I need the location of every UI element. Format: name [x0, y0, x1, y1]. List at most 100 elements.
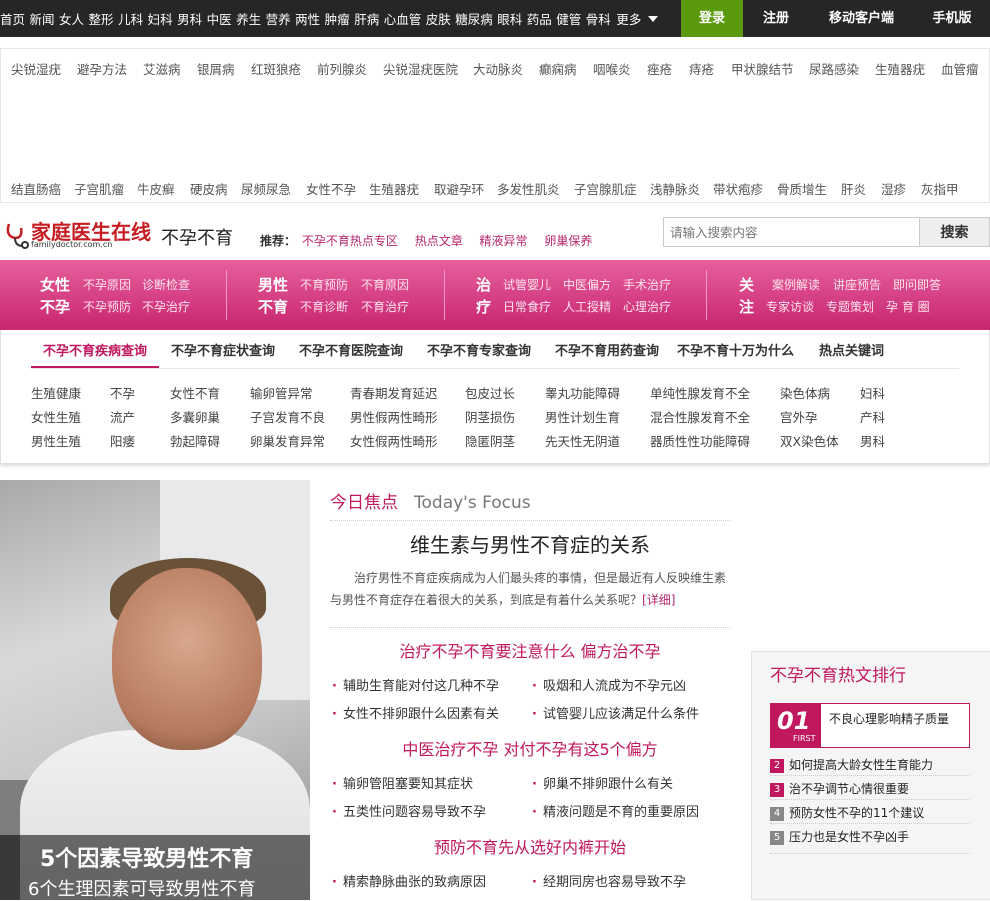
disease-tag[interactable]: 灰指甲 — [921, 179, 959, 198]
nav-link[interactable]: 不育预防 — [300, 276, 348, 293]
nav-link[interactable]: 不育原因 — [361, 276, 409, 293]
disease-tag[interactable]: 浅静脉炎 — [650, 179, 700, 198]
nav-link[interactable]: 人工授精 — [563, 298, 611, 315]
disease-tag[interactable]: 生殖器疣 — [875, 59, 925, 78]
disease-tag[interactable]: 咽喉炎 — [593, 59, 631, 78]
disease-tag[interactable]: 血管瘤 — [941, 59, 979, 78]
recommend-link[interactable]: 热点文章 — [415, 234, 463, 248]
nav-women[interactable]: 女人 — [59, 9, 84, 28]
keyword-link[interactable]: 器质性性功能障碍 — [650, 431, 750, 450]
disease-tag[interactable]: 艾滋病 — [143, 59, 181, 78]
keyword-link[interactable]: 产科 — [860, 407, 885, 426]
keyword-link[interactable]: 不孕 — [110, 383, 135, 402]
disease-tag[interactable]: 硬皮病 — [190, 179, 228, 198]
keyword-link[interactable]: 阴茎损伤 — [465, 407, 515, 426]
disease-tag[interactable]: 子宫肌瘤 — [74, 179, 124, 198]
recommend-link[interactable]: 卵巢保养 — [544, 234, 592, 248]
section-heading[interactable]: 中医治疗不孕 对付不孕有这5个偏方 — [330, 736, 730, 760]
disease-tag[interactable]: 红斑狼疮 — [251, 59, 301, 78]
disease-tag[interactable]: 多发性肌炎 — [497, 179, 560, 198]
nav-liver[interactable]: 肝病 — [354, 9, 379, 28]
focus-title[interactable]: 维生素与男性不育症的关系 — [330, 529, 730, 558]
disease-tag[interactable]: 前列腺炎 — [317, 59, 367, 78]
keyword-link[interactable]: 单纯性腺发育不全 — [650, 383, 750, 402]
keyword-link[interactable]: 双X染色体 — [780, 431, 839, 450]
nav-diabetes[interactable]: 糖尿病 — [455, 9, 493, 28]
keyword-link[interactable]: 阳痿 — [110, 431, 135, 450]
tab-faq[interactable]: 不孕不育十万为什么 — [665, 340, 819, 368]
keyword-link[interactable]: 男科 — [860, 431, 885, 450]
nav-link[interactable]: 手术治疗 — [623, 276, 671, 293]
search-input[interactable] — [663, 217, 920, 247]
nav-health[interactable]: 养生 — [236, 9, 261, 28]
article-link[interactable]: 精液问题是不育的重要原因 — [532, 801, 699, 820]
disease-tag[interactable]: 尿路感染 — [809, 59, 859, 78]
nav-link[interactable]: 不育诊断 — [300, 298, 348, 315]
nav-link[interactable]: 不育治疗 — [361, 298, 409, 315]
disease-tag[interactable]: 银屑病 — [197, 59, 235, 78]
article-link[interactable]: 精索静脉曲张的致病原因 — [332, 871, 486, 890]
tab-keywords[interactable]: 热点关键词 — [819, 340, 884, 368]
nav-link[interactable]: 讲座预告 — [833, 276, 881, 293]
keyword-link[interactable]: 女性假两性畸形 — [350, 431, 438, 450]
keyword-link[interactable]: 输卵管异常 — [250, 383, 313, 402]
keyword-link[interactable]: 女性生殖 — [31, 407, 81, 426]
nav-link[interactable]: 试管婴儿 — [503, 276, 551, 293]
keyword-link[interactable]: 生殖健康 — [31, 383, 81, 402]
disease-tag[interactable]: 大动脉炎 — [473, 59, 523, 78]
article-link[interactable]: 五类性问题容易导致不孕 — [332, 801, 486, 820]
tab-drug[interactable]: 不孕不育用药查询 — [543, 340, 665, 368]
register-button[interactable]: 注册 — [743, 0, 809, 37]
site-logo[interactable]: 家庭医生在线 familydoctor.com.cn — [3, 216, 155, 252]
disease-tag[interactable]: 牛皮癣 — [137, 179, 175, 198]
article-link[interactable]: 输卵管阻塞要知其症状 — [332, 773, 473, 792]
keyword-link[interactable]: 女性不育 — [170, 383, 220, 402]
tab-hospital[interactable]: 不孕不育医院查询 — [287, 340, 415, 368]
nav-link[interactable]: 不孕治疗 — [142, 298, 190, 315]
nav-nutrition[interactable]: 营养 — [266, 9, 291, 28]
nav-sex[interactable]: 两性 — [295, 9, 320, 28]
keyword-link[interactable]: 睾丸功能障碍 — [545, 383, 620, 402]
search-button[interactable]: 搜索 — [919, 217, 990, 247]
disease-tag[interactable]: 取避孕环 — [434, 179, 484, 198]
keyword-link[interactable]: 包皮过长 — [465, 383, 515, 402]
article-link[interactable]: 经期同房也容易导致不孕 — [532, 871, 686, 890]
nav-drugs[interactable]: 药品 — [527, 9, 552, 28]
article-link[interactable]: 女性不排卵跟什么因素有关 — [332, 703, 499, 722]
disease-tag[interactable]: 癫痫病 — [539, 59, 577, 78]
recommend-link[interactable]: 不孕不育热点专区 — [302, 234, 398, 248]
article-link[interactable]: 吸烟和人流成为不孕元凶 — [532, 675, 686, 694]
nav-healthmgmt[interactable]: 健管 — [556, 9, 581, 28]
keyword-link[interactable]: 隐匿阴茎 — [465, 431, 515, 450]
keyword-link[interactable]: 男性假两性畸形 — [350, 407, 438, 426]
nav-link[interactable]: 专题策划 — [826, 298, 874, 315]
ranking-first-item[interactable]: 01 FIRST 不良心理影响精子质量 — [770, 703, 970, 748]
tab-disease[interactable]: 不孕不育疾病查询 — [31, 340, 159, 368]
nav-skin[interactable]: 皮肤 — [426, 9, 451, 28]
disease-tag[interactable]: 子宫腺肌症 — [574, 179, 637, 198]
ranking-item[interactable]: 5 压力也是女性不孕凶手 — [770, 828, 909, 845]
nav-news[interactable]: 新闻 — [30, 9, 55, 28]
ranking-item[interactable]: 3 治不孕调节心情很重要 — [770, 780, 909, 797]
disease-tag[interactable]: 痔疮 — [689, 59, 714, 78]
keyword-link[interactable]: 先天性无阴道 — [545, 431, 620, 450]
section-heading[interactable]: 治疗不孕不育要注意什么 偏方治不孕 — [330, 638, 730, 662]
ranking-item[interactable]: 2 如何提高大龄女性生育能力 — [770, 756, 933, 773]
nav-link[interactable]: 即问即答 — [893, 276, 941, 293]
keyword-link[interactable]: 子宫发育不良 — [250, 407, 325, 426]
mobile-version-button[interactable]: 手机版 — [914, 0, 990, 37]
nav-ortho[interactable]: 骨科 — [586, 9, 611, 28]
nav-tcm[interactable]: 中医 — [207, 9, 232, 28]
nav-tumor[interactable]: 肿瘤 — [325, 9, 350, 28]
ranking-item[interactable]: 4 预防女性不孕的11个建议 — [770, 804, 924, 821]
nav-gynecology[interactable]: 妇科 — [148, 9, 173, 28]
keyword-link[interactable]: 男性计划生育 — [545, 407, 620, 426]
nav-link[interactable]: 中医偏方 — [563, 276, 611, 293]
recommend-link[interactable]: 精液异常 — [480, 234, 528, 248]
disease-tag[interactable]: 避孕方法 — [77, 59, 127, 78]
login-button[interactable]: 登录 — [681, 0, 743, 37]
nav-link[interactable]: 日常食疗 — [503, 298, 551, 315]
keyword-link[interactable]: 染色体病 — [780, 383, 830, 402]
nav-link[interactable]: 不孕预防 — [83, 298, 131, 315]
keyword-link[interactable]: 妇科 — [860, 383, 885, 402]
